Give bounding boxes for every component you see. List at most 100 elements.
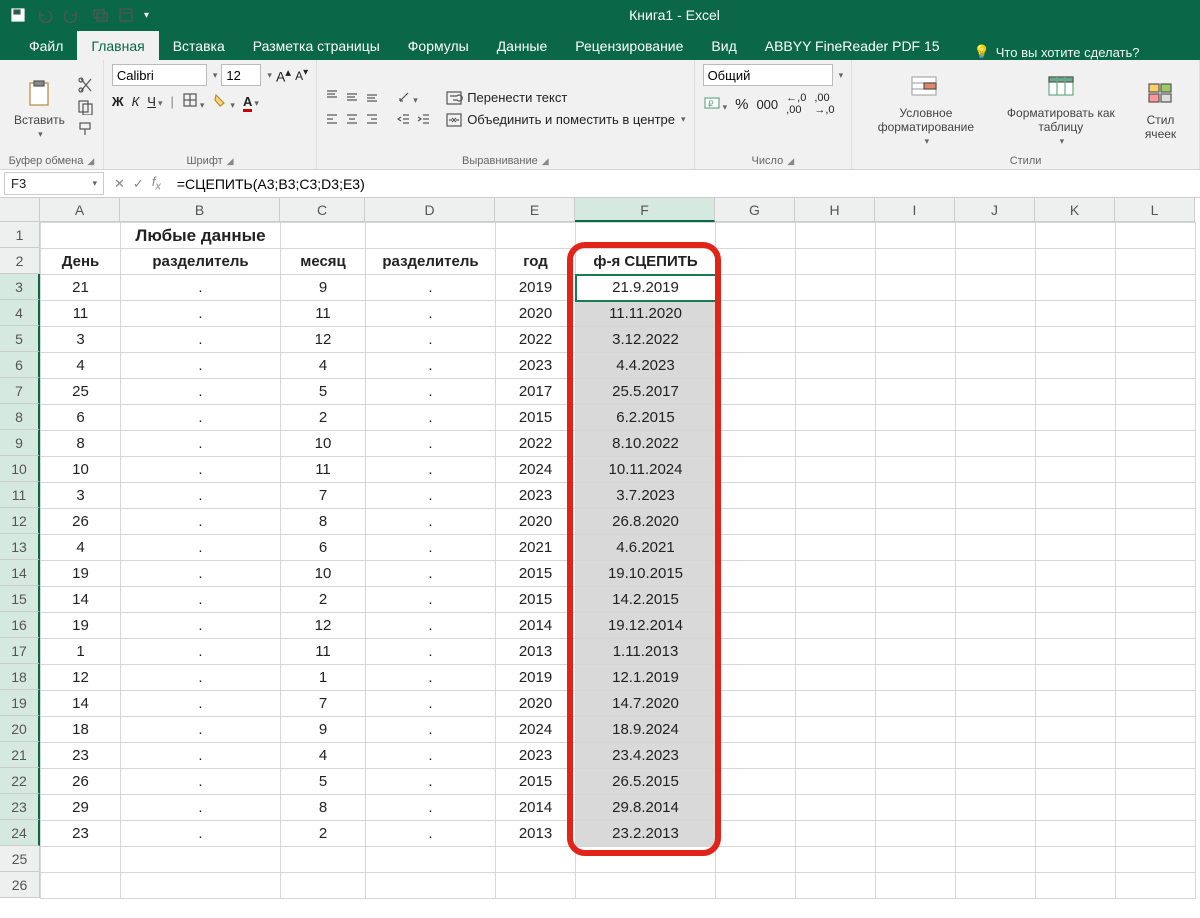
cell[interactable] (1116, 743, 1196, 769)
underline-button[interactable]: Ч▾ (147, 94, 162, 109)
cell[interactable]: . (121, 587, 281, 613)
cell[interactable]: 21.9.2019 (576, 275, 716, 301)
cell[interactable] (956, 587, 1036, 613)
cell[interactable] (956, 639, 1036, 665)
cell[interactable] (1036, 717, 1116, 743)
cell[interactable]: 3 (41, 483, 121, 509)
cell[interactable] (1036, 249, 1116, 275)
cell[interactable]: 4 (41, 353, 121, 379)
qat-icon-2[interactable] (118, 7, 134, 23)
cell[interactable] (796, 457, 876, 483)
tab-insert[interactable]: Вставка (159, 31, 239, 60)
row-header[interactable]: 2 (0, 248, 40, 274)
cell[interactable] (956, 431, 1036, 457)
cell[interactable] (1036, 457, 1116, 483)
cell[interactable] (716, 405, 796, 431)
cell[interactable]: 4 (281, 743, 366, 769)
cell[interactable] (876, 353, 956, 379)
align-right-icon[interactable] (365, 112, 379, 129)
tell-me[interactable]: 💡 Что вы хотите сделать? (974, 44, 1140, 60)
format-painter-icon[interactable] (77, 121, 95, 140)
cell[interactable]: 9 (281, 717, 366, 743)
cell[interactable]: 2014 (496, 795, 576, 821)
cell[interactable] (956, 327, 1036, 353)
cell[interactable]: . (121, 457, 281, 483)
cell[interactable]: 4 (41, 535, 121, 561)
cell[interactable] (716, 327, 796, 353)
cell[interactable] (366, 873, 496, 899)
cell[interactable] (716, 561, 796, 587)
row-header[interactable]: 8 (0, 404, 40, 430)
cell[interactable] (366, 223, 496, 249)
row-header[interactable]: 26 (0, 872, 40, 898)
cell[interactable]: ф-я СЦЕПИТЬ (576, 249, 716, 275)
cell[interactable]: 2019 (496, 665, 576, 691)
cell[interactable] (956, 249, 1036, 275)
cell[interactable]: . (121, 691, 281, 717)
col-header-L[interactable]: L (1115, 198, 1195, 222)
redo-icon[interactable] (64, 7, 82, 23)
cell[interactable] (496, 873, 576, 899)
tab-formulas[interactable]: Формулы (394, 31, 483, 60)
row-header[interactable]: 17 (0, 638, 40, 664)
cell[interactable] (1036, 639, 1116, 665)
cell[interactable] (716, 795, 796, 821)
row-header[interactable]: 6 (0, 352, 40, 378)
cell[interactable]: 11 (281, 301, 366, 327)
row-header[interactable]: 24 (0, 820, 40, 846)
cell[interactable]: . (366, 587, 496, 613)
col-header-E[interactable]: E (495, 198, 575, 222)
cell[interactable] (716, 457, 796, 483)
cell[interactable] (41, 847, 121, 873)
cell[interactable]: 2015 (496, 405, 576, 431)
cell[interactable] (716, 665, 796, 691)
cell[interactable]: . (121, 431, 281, 457)
cell[interactable]: 12.1.2019 (576, 665, 716, 691)
worksheet-grid[interactable]: ABCDEFGHIJKL 123456789101112131415161718… (0, 198, 1200, 918)
cell[interactable]: . (366, 769, 496, 795)
cell[interactable]: День (41, 249, 121, 275)
cell[interactable] (496, 847, 576, 873)
cell[interactable]: . (121, 821, 281, 847)
cell[interactable] (1116, 691, 1196, 717)
row-header[interactable]: 1 (0, 222, 40, 248)
cell[interactable]: 26.5.2015 (576, 769, 716, 795)
cell[interactable] (1116, 431, 1196, 457)
increase-decimal-icon[interactable]: ←,0,00 (786, 92, 806, 116)
cell[interactable] (1116, 561, 1196, 587)
paste-button[interactable]: Вставить ▾ (8, 73, 71, 144)
cell[interactable] (716, 743, 796, 769)
cell[interactable] (1116, 639, 1196, 665)
cell[interactable] (121, 873, 281, 899)
cell[interactable]: . (121, 301, 281, 327)
cell[interactable] (1036, 795, 1116, 821)
cell[interactable] (1116, 769, 1196, 795)
cell[interactable]: 26.8.2020 (576, 509, 716, 535)
font-name-input[interactable] (112, 64, 207, 86)
cell[interactable]: . (121, 509, 281, 535)
cell[interactable]: 14.2.2015 (576, 587, 716, 613)
col-header-G[interactable]: G (715, 198, 795, 222)
cell[interactable]: 14 (41, 587, 121, 613)
italic-button[interactable]: К (132, 94, 140, 109)
tab-file[interactable]: Файл (15, 31, 77, 60)
cell[interactable] (1116, 665, 1196, 691)
align-left-icon[interactable] (325, 112, 339, 129)
cell[interactable]: месяц (281, 249, 366, 275)
cell[interactable] (41, 873, 121, 899)
cell[interactable] (796, 613, 876, 639)
cell[interactable] (796, 223, 876, 249)
cell[interactable]: . (121, 405, 281, 431)
cell[interactable] (876, 509, 956, 535)
cell[interactable] (716, 249, 796, 275)
conditional-formatting-button[interactable]: Условное форматирование▾ (860, 66, 992, 151)
cell[interactable]: . (366, 431, 496, 457)
cell[interactable]: 25.5.2017 (576, 379, 716, 405)
align-center-icon[interactable] (345, 112, 359, 129)
cell[interactable]: . (121, 483, 281, 509)
cell[interactable]: 9 (281, 275, 366, 301)
cell[interactable] (1036, 353, 1116, 379)
tab-data[interactable]: Данные (483, 31, 562, 60)
formula-input[interactable] (171, 170, 1200, 197)
cell[interactable] (716, 431, 796, 457)
